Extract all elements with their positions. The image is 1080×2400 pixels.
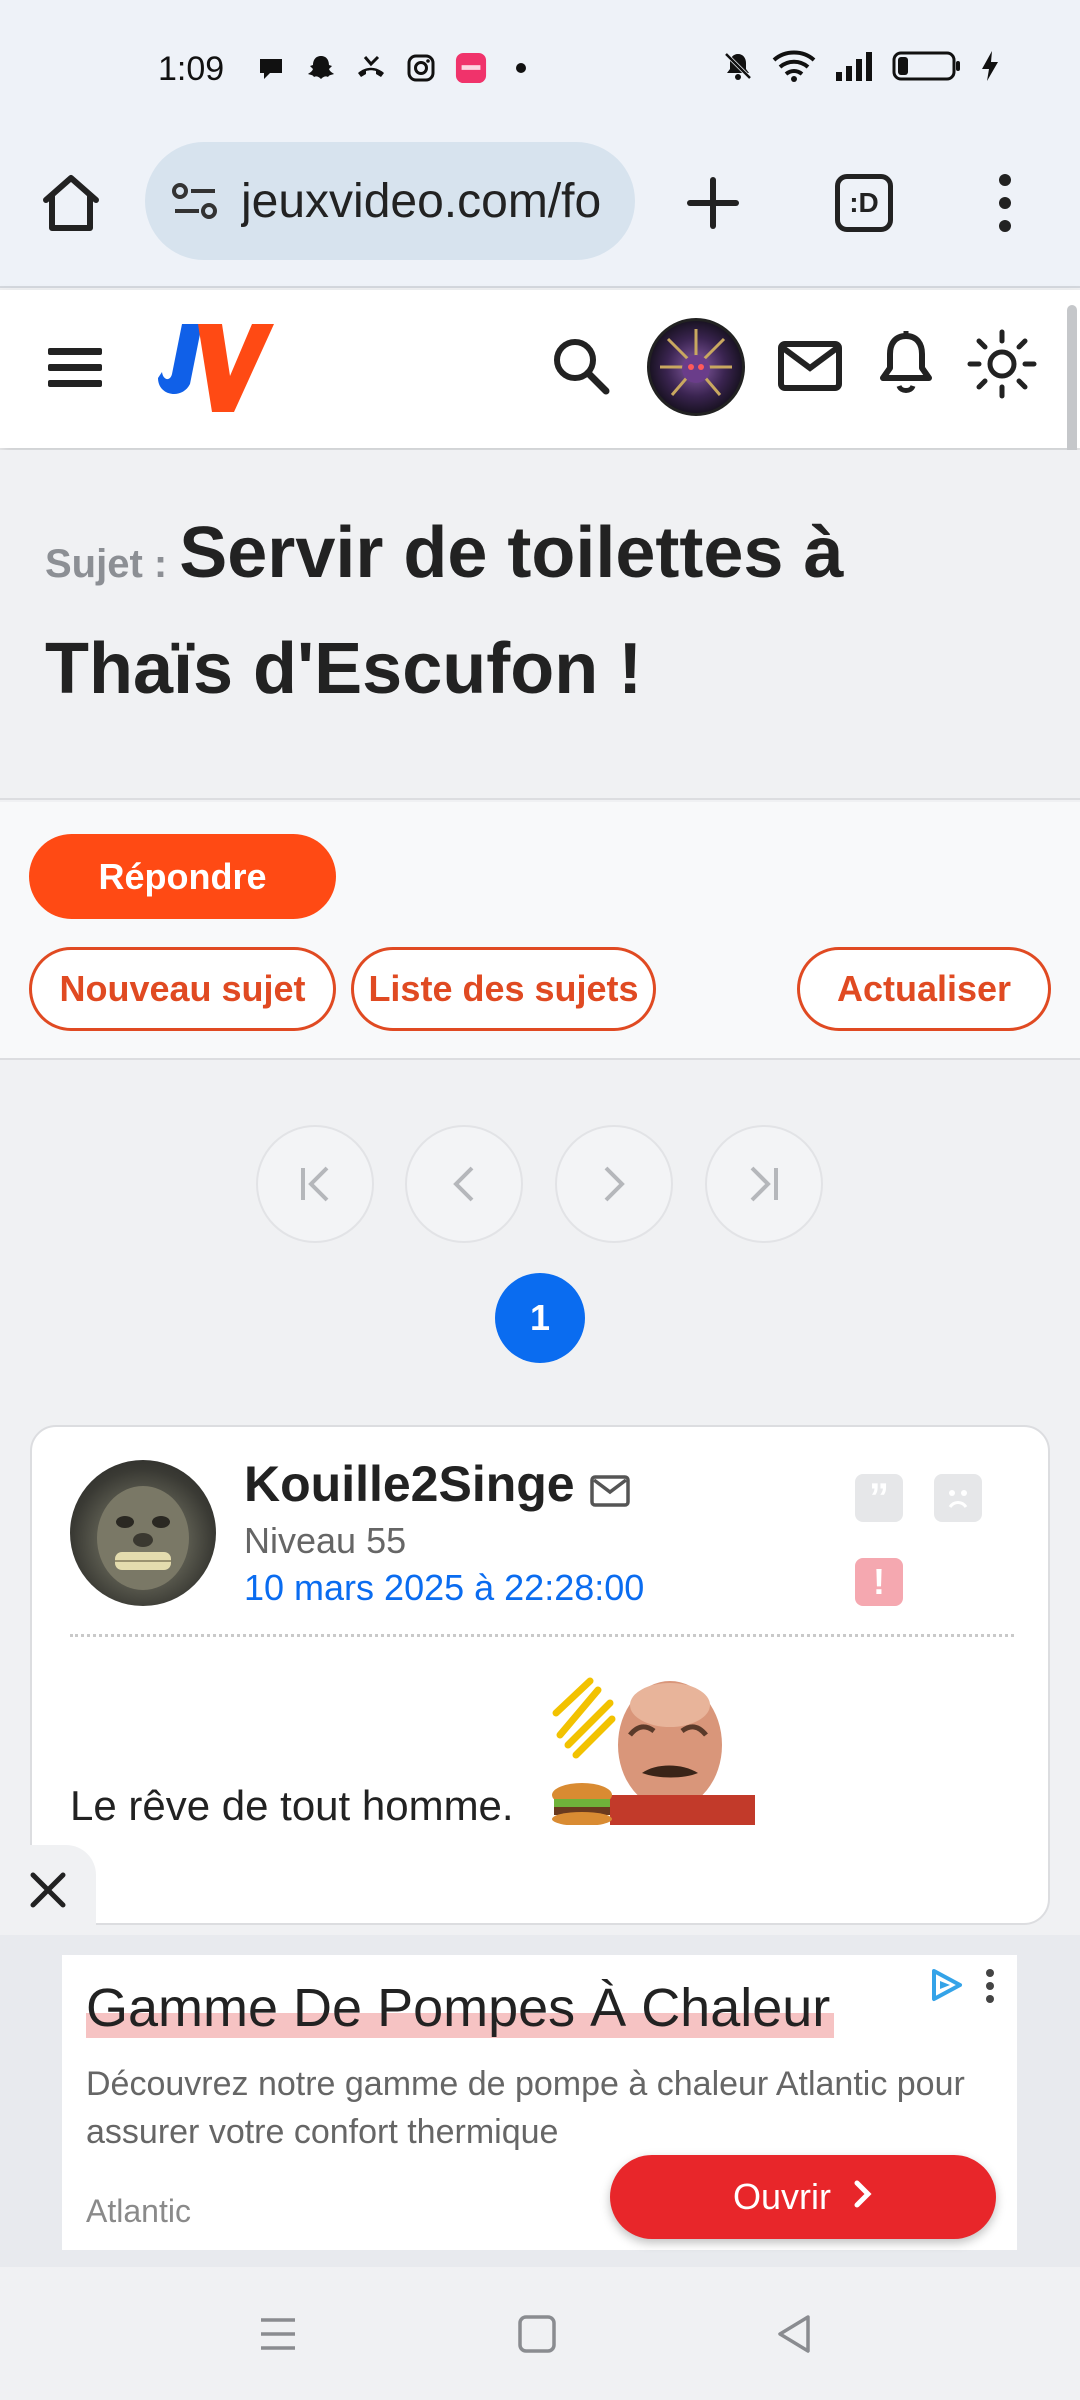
author-level: Niveau 55 <box>244 1520 407 1561</box>
new-tab-button[interactable] <box>680 170 746 236</box>
system-back-button[interactable] <box>770 2312 820 2356</box>
url-text: jeuxvideo.com/fo <box>241 174 602 228</box>
forum-post: Kouille2Singe Niveau 55 10 mars 2025 à 2… <box>30 1425 1050 1925</box>
kebab-menu-icon <box>986 1969 994 2003</box>
address-bar[interactable]: jeuxvideo.com/fo <box>145 142 635 260</box>
last-page-icon <box>750 1166 778 1202</box>
chevron-left-icon <box>453 1166 474 1202</box>
quote-button[interactable]: ” <box>855 1474 903 1522</box>
main-menu-button[interactable] <box>46 342 104 392</box>
mail-icon <box>590 1475 630 1507</box>
ad-brand: Atlantic <box>86 2193 191 2229</box>
previous-page-button[interactable] <box>405 1125 523 1243</box>
next-page-button[interactable] <box>555 1125 673 1243</box>
notification-icons <box>255 52 537 84</box>
topic-list-button[interactable]: Liste des sujets <box>351 947 656 1031</box>
charging-icon <box>980 50 1000 82</box>
notifications-button[interactable] <box>878 330 934 396</box>
tab-switcher-button[interactable]: :D <box>835 174 893 232</box>
snapchat-icon <box>305 52 337 84</box>
send-message-button[interactable] <box>590 1475 630 1507</box>
user-avatar[interactable] <box>647 318 745 416</box>
ad-card[interactable]: Gamme De Pompes À Chaleur Découvrez notr… <box>62 1955 1017 2250</box>
author-name[interactable]: Kouille2Singe <box>244 1455 575 1513</box>
avatar-image <box>660 329 732 396</box>
status-time: 1:09 <box>158 50 225 88</box>
back-triangle-icon <box>778 2315 810 2353</box>
first-page-icon <box>301 1166 329 1202</box>
kebab-menu-icon <box>999 174 1011 232</box>
square-icon <box>518 2315 556 2353</box>
mute-icon <box>722 50 754 82</box>
hamburger-icon <box>48 348 102 387</box>
close-ad-button[interactable] <box>0 1845 96 1935</box>
browser-menu-button[interactable] <box>990 170 1020 236</box>
last-page-button[interactable] <box>705 1125 823 1243</box>
current-page-indicator[interactable]: 1 <box>495 1273 585 1363</box>
ad-open-button[interactable]: Ouvrir <box>610 2155 996 2239</box>
instagram-icon <box>405 52 437 84</box>
sticker-image <box>550 1675 755 1826</box>
ad-options-button[interactable] <box>982 1967 998 2005</box>
ad-open-label: Ouvrir <box>733 2176 831 2217</box>
ad-description: Découvrez notre gamme de pompe à chaleur… <box>86 2065 965 2151</box>
jv-logo-icon <box>158 324 274 412</box>
risitas-sticker <box>550 1675 755 1826</box>
app-badge-icon <box>455 52 487 84</box>
sun-icon <box>967 329 1037 399</box>
dot-icon <box>505 52 537 84</box>
ad-title-wrap: Gamme De Pompes À Chaleur <box>86 1977 835 2039</box>
report-button[interactable]: ! <box>855 1558 903 1606</box>
ad-title[interactable]: Gamme De Pompes À Chaleur <box>86 1978 835 2038</box>
site-header <box>0 290 1080 448</box>
home-button[interactable] <box>38 170 104 236</box>
system-icons <box>722 50 1000 82</box>
browser-toolbar: jeuxvideo.com/fo :D <box>0 140 1080 288</box>
blacklist-button[interactable] <box>934 1474 982 1522</box>
topic-prefix: Sujet : <box>45 542 168 586</box>
post-date[interactable]: 10 mars 2025 à 22:28:00 <box>244 1567 644 1609</box>
chevron-right-icon <box>853 2176 873 2218</box>
recent-apps-button[interactable] <box>253 2312 303 2356</box>
search-icon <box>554 339 610 395</box>
new-topic-button[interactable]: Nouveau sujet <box>29 947 336 1031</box>
system-navigation-bar <box>0 2267 1080 2400</box>
bell-icon <box>880 331 932 393</box>
post-content: Le rêve de tout homme. <box>70 1782 514 1829</box>
ad-choices-icon <box>932 1969 962 2001</box>
menu-lines-icon <box>261 2318 295 2350</box>
wifi-icon <box>772 50 816 82</box>
monkey-avatar-image <box>97 1486 189 1590</box>
first-page-button[interactable] <box>256 1125 374 1243</box>
messages-button[interactable] <box>778 340 842 392</box>
topic-header: Sujet : Servir de toilettes à Thaïs d'Esc… <box>0 450 1080 800</box>
battery-icon <box>892 50 962 82</box>
theme-toggle-button[interactable] <box>966 328 1038 400</box>
reply-button[interactable]: Répondre <box>29 834 336 919</box>
mail-icon <box>778 341 842 391</box>
system-home-button[interactable] <box>512 2312 562 2356</box>
status-bar: 1:09 <box>0 0 1080 140</box>
author-avatar[interactable] <box>70 1460 216 1606</box>
signal-icon <box>834 50 874 82</box>
post-divider <box>70 1634 1014 1637</box>
topic-actions: Répondre Nouveau sujet Liste des sujets … <box>0 802 1080 1060</box>
topic-title-block: Sujet : Servir de toilettes à Thaïs d'Esc… <box>45 505 1045 737</box>
ad-banner: Gamme De Pompes À Chaleur Découvrez notr… <box>0 1935 1080 2267</box>
jv-logo[interactable] <box>140 316 275 416</box>
search-button[interactable] <box>550 335 612 397</box>
close-icon <box>30 1872 66 1908</box>
plus-icon <box>687 177 739 229</box>
refresh-button[interactable]: Actualiser <box>797 947 1051 1031</box>
ad-choices-button[interactable] <box>928 1967 964 2003</box>
home-icon <box>43 175 99 231</box>
site-settings-icon <box>172 183 217 219</box>
missed-call-icon <box>355 52 387 84</box>
sad-face-icon <box>948 1490 968 1508</box>
chat-bubble-icon <box>255 52 287 84</box>
chevron-right-icon <box>604 1166 625 1202</box>
